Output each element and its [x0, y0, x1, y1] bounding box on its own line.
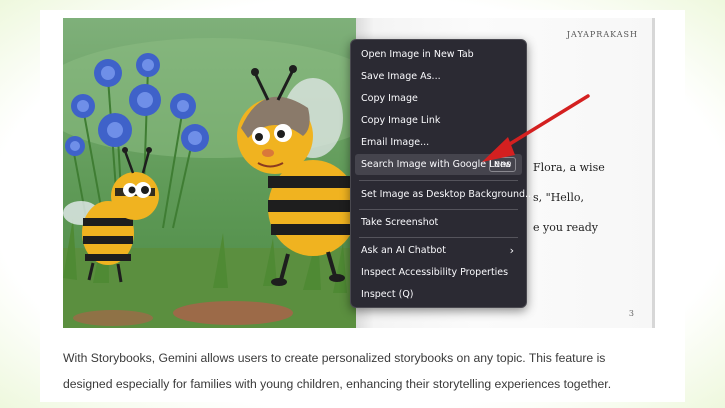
new-badge: New [489, 157, 517, 172]
menu-item-ask-ai-chatbot-label: Ask an AI Chatbot [361, 245, 446, 256]
menu-item-save-image-as[interactable]: Save Image As... [355, 66, 522, 87]
menu-item-copy-image[interactable]: Copy Image [355, 88, 522, 109]
book-text-line: e you ready [533, 221, 599, 234]
menu-item-ask-ai-chatbot[interactable]: Ask an AI Chatbot › [355, 240, 522, 261]
caption-line: designed especially for families with yo… [63, 377, 612, 391]
book-page-number: 3 [628, 309, 634, 318]
storybook-illustration[interactable] [63, 18, 356, 328]
context-menu: Open Image in New Tab Save Image As... C… [350, 39, 534, 308]
book-text-line: s, "Hello, [533, 191, 584, 204]
menu-item-inspect[interactable]: Inspect (Q) [355, 284, 522, 305]
menu-item-open-image-new-tab[interactable]: Open Image in New Tab [355, 44, 522, 65]
menu-item-set-desktop-background[interactable]: Set Image as Desktop Background... [355, 184, 534, 205]
caption-line: With Storybooks, Gemini allows users to … [63, 351, 606, 365]
menu-item-take-screenshot[interactable]: Take Screenshot [355, 212, 522, 233]
chevron-right-icon: › [509, 244, 514, 257]
menu-separator [359, 209, 518, 210]
menu-separator [359, 180, 518, 181]
book-text: Flora, a wise s, "Hello, e you ready [533, 145, 653, 250]
book-text-line: Flora, a wise [533, 161, 605, 174]
menu-separator [359, 237, 518, 238]
menu-item-inspect-accessibility[interactable]: Inspect Accessibility Properties [355, 262, 522, 283]
menu-item-copy-image-link[interactable]: Copy Image Link [355, 110, 522, 131]
menu-item-search-google-lens[interactable]: Search Image with Google Lens New [355, 154, 522, 175]
article-caption: With Storybooks, Gemini allows users to … [63, 345, 673, 397]
book-author: JAYAPRAKASH [566, 30, 638, 39]
menu-item-email-image[interactable]: Email Image... [355, 132, 522, 153]
